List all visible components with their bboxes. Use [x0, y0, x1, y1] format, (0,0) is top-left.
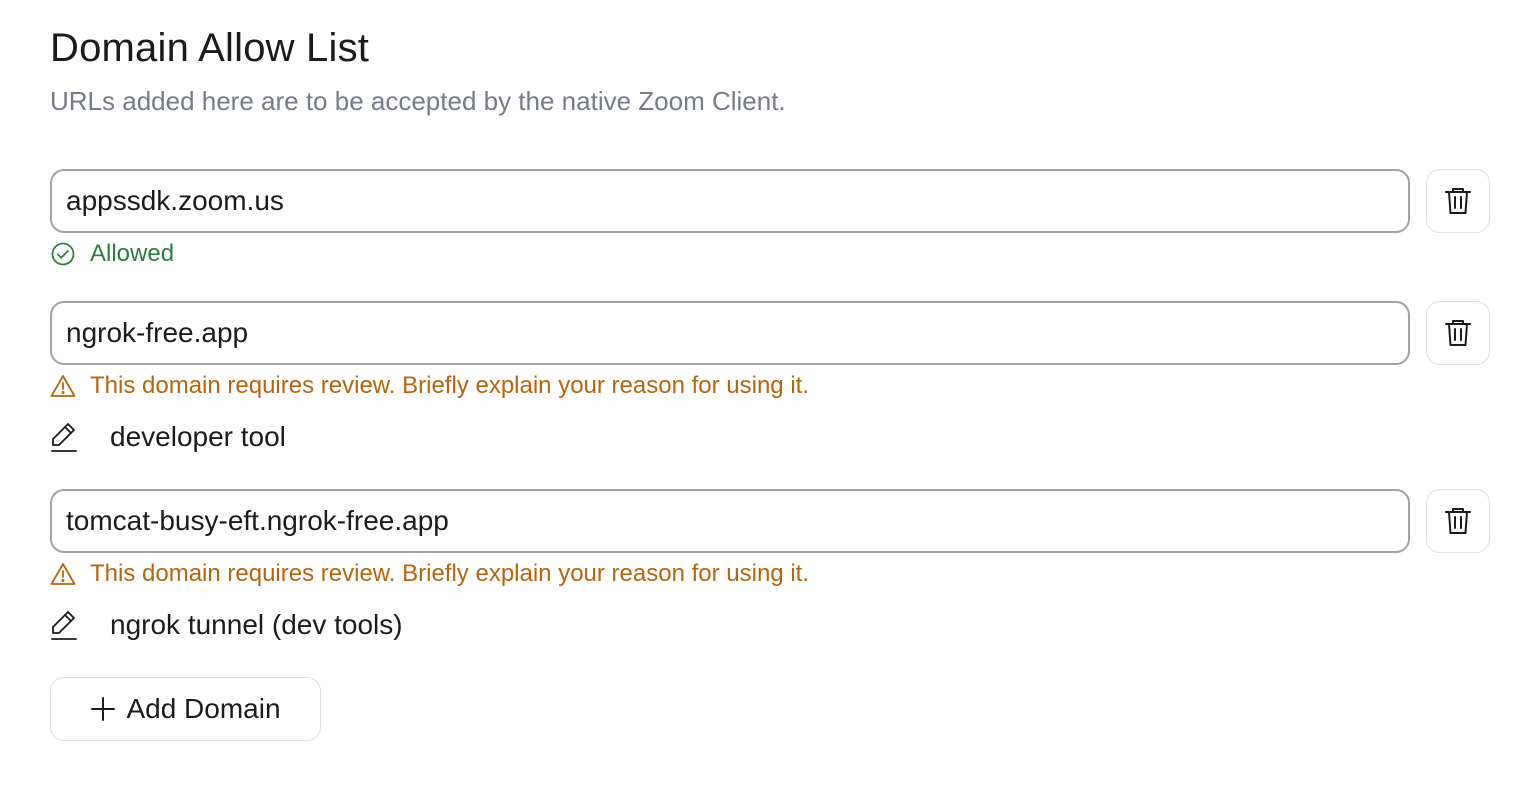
domain-field-wrapper [50, 301, 1410, 365]
add-domain-label: Add Domain [126, 693, 281, 724]
add-domain-button[interactable]: Add Domain [50, 677, 321, 741]
domain-input[interactable] [52, 303, 1408, 363]
warning-triangle-icon [50, 561, 76, 587]
domain-field-wrapper [50, 489, 1410, 553]
plus-icon [90, 696, 116, 722]
page-title: Domain Allow List [50, 26, 370, 70]
trash-icon [1445, 320, 1471, 346]
status-message: This domain requires review. Briefly exp… [50, 371, 809, 401]
trash-icon [1445, 508, 1471, 534]
pencil-icon[interactable] [50, 421, 78, 453]
warning-triangle-icon [50, 373, 76, 399]
trash-icon [1445, 188, 1471, 214]
domain-allow-list-page: Domain Allow List URLs added here are to… [0, 0, 1537, 801]
reason-text: developer tool [110, 421, 286, 452]
reason-text: ngrok tunnel (dev tools) [110, 609, 403, 640]
delete-domain-button[interactable] [1426, 169, 1490, 233]
reason-entry[interactable]: ngrok tunnel (dev tools) [50, 607, 403, 643]
status-message: Allowed [50, 239, 174, 269]
status-text: This domain requires review. Briefly exp… [90, 372, 809, 399]
page-subtitle: URLs added here are to be accepted by th… [50, 86, 786, 116]
domain-input[interactable] [52, 491, 1408, 551]
domain-input[interactable] [52, 171, 1408, 231]
status-text: This domain requires review. Briefly exp… [90, 560, 809, 587]
pencil-icon[interactable] [50, 609, 78, 641]
domain-field-wrapper [50, 169, 1410, 233]
status-text: Allowed [90, 240, 175, 267]
status-message: This domain requires review. Briefly exp… [50, 559, 809, 589]
delete-domain-button[interactable] [1426, 489, 1490, 553]
reason-entry[interactable]: developer tool [50, 419, 286, 455]
check-circle-icon [50, 241, 76, 267]
delete-domain-button[interactable] [1426, 301, 1490, 365]
